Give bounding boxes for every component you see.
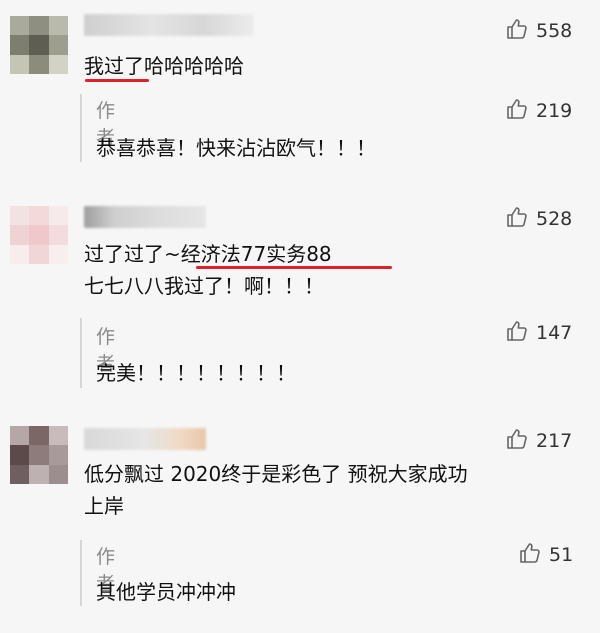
avatar[interactable] — [10, 206, 68, 264]
comment-text: 过了过了~经济法77实务88 七七八八我过了！啊！！！ — [84, 238, 332, 302]
username-blurred[interactable] — [84, 428, 206, 450]
highlight-underline — [196, 266, 392, 269]
comment-text-line: 上岸 — [84, 494, 124, 518]
like-count: 528 — [536, 208, 573, 230]
comment-text: 我过了哈哈哈哈哈 — [84, 50, 244, 82]
comment-3: 217 低分飘过 2020终于是彩色了 预祝大家成功 上岸 作者 其他学员冲冲冲… — [0, 410, 600, 633]
reply-text: 恭喜恭喜！快来沾沾欧气！！！ — [96, 136, 376, 160]
username-blurred[interactable] — [84, 206, 206, 228]
thumbs-up-icon — [505, 205, 529, 233]
author-reply: 作者 恭喜恭喜！快来沾沾欧气！！！ — [80, 94, 376, 162]
comment-1: 558 我过了哈哈哈哈哈 作者 恭喜恭喜！快来沾沾欧气！！！ 219 — [0, 0, 600, 170]
thumbs-up-icon — [505, 97, 529, 125]
comment-2: 528 过了过了~经济法77实务88 七七八八我过了！啊！！！ 作者 完美！！！… — [0, 190, 600, 400]
reply-like-button[interactable]: 147 — [505, 318, 572, 348]
author-reply: 作者 其他学员冲冲冲 — [80, 540, 236, 606]
reply-text: 完美！！！！！！！！ — [96, 361, 296, 385]
like-count: 147 — [536, 322, 573, 344]
like-count: 558 — [536, 20, 573, 42]
like-count: 51 — [549, 544, 574, 566]
avatar[interactable] — [10, 426, 68, 484]
thumbs-up-icon — [505, 17, 529, 45]
comment-text-line: 低分飘过 2020终于是彩色了 预祝大家成功 — [84, 462, 468, 486]
comment-text: 低分飘过 2020终于是彩色了 预祝大家成功 上岸 — [84, 458, 468, 522]
like-button[interactable]: 558 — [505, 16, 572, 46]
reply-like-button[interactable]: 51 — [518, 540, 573, 570]
like-count: 217 — [536, 430, 573, 452]
avatar[interactable] — [10, 16, 68, 74]
comment-text-line: 七七八八我过了！啊！！！ — [84, 274, 324, 298]
thumbs-up-icon — [518, 541, 542, 569]
like-count: 219 — [536, 100, 573, 122]
reply-text: 其他学员冲冲冲 — [96, 580, 236, 604]
username-blurred[interactable] — [84, 14, 254, 36]
thumbs-up-icon — [505, 427, 529, 455]
like-button[interactable]: 528 — [505, 204, 572, 234]
thumbs-up-icon — [505, 319, 529, 347]
comment-text-line: 我过了哈哈哈哈哈 — [84, 54, 244, 78]
author-reply: 作者 完美！！！！！！！！ — [80, 318, 296, 388]
highlight-underline — [85, 79, 149, 82]
like-button[interactable]: 217 — [505, 426, 572, 456]
reply-like-button[interactable]: 219 — [505, 96, 572, 126]
